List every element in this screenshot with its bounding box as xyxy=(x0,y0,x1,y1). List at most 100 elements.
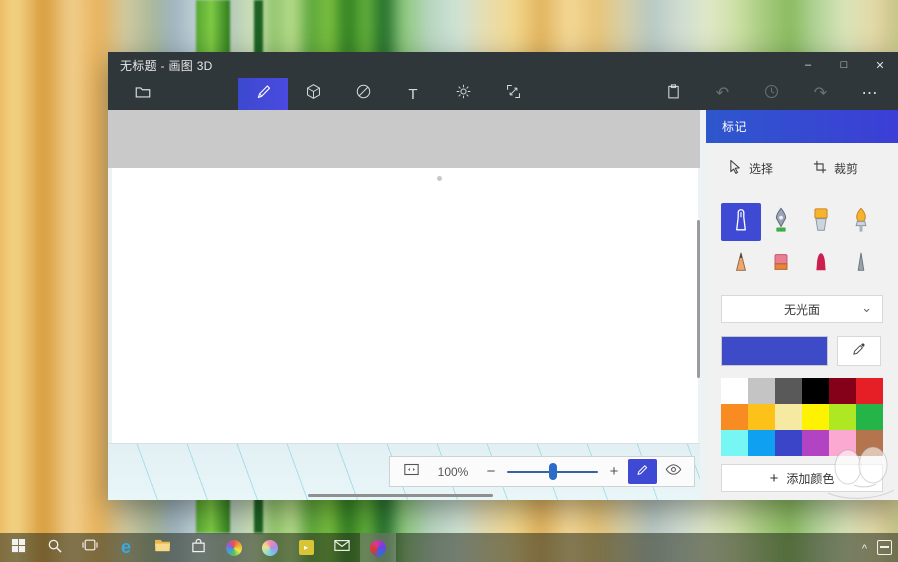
color-row xyxy=(721,336,883,366)
minimize-button[interactable]: – xyxy=(790,52,826,78)
zoom-in-button[interactable]: + xyxy=(602,463,626,480)
paint3d-taskbar-button[interactable] xyxy=(360,533,396,562)
tab-canvas[interactable] xyxy=(488,78,538,110)
yellow-app-button[interactable]: ▸ xyxy=(288,533,324,562)
zoom-out-button[interactable]: − xyxy=(479,463,503,480)
file-explorer-button[interactable] xyxy=(144,533,180,562)
search-button[interactable] xyxy=(36,533,72,562)
brush-tools-grid xyxy=(721,203,883,283)
workspace-backdrop xyxy=(108,110,700,168)
spray-can-tool[interactable] xyxy=(841,245,881,283)
add-color-button[interactable]: + 添加颜色 xyxy=(721,464,883,492)
color-wheel-icon xyxy=(226,540,242,556)
mode-tabs: T xyxy=(238,78,538,110)
search-icon xyxy=(47,538,62,558)
brush-cursor-dot xyxy=(437,176,442,181)
tab-3d-shapes[interactable] xyxy=(288,78,338,110)
toolbar-right-group: ↶ ↷ ⋯ xyxy=(649,78,894,110)
store-bag-icon xyxy=(191,538,206,558)
toolbar: T xyxy=(108,78,898,110)
zoom-percentage: 100% xyxy=(427,465,479,479)
palette-color[interactable] xyxy=(829,378,856,404)
ime-indicator[interactable] xyxy=(877,540,892,555)
canvas-resize-icon xyxy=(505,83,522,105)
eyedropper-button[interactable] xyxy=(837,336,881,366)
swirl-app-button[interactable] xyxy=(252,533,288,562)
fit-screen-icon xyxy=(403,462,420,482)
tab-effects[interactable] xyxy=(438,78,488,110)
select-button[interactable]: 选择 xyxy=(729,159,773,177)
palette-color[interactable] xyxy=(829,404,856,430)
flat-brush-tool[interactable] xyxy=(801,203,841,241)
crayon-icon xyxy=(809,250,833,279)
drawing-canvas[interactable] xyxy=(112,168,698,443)
brushes-panel: 标记 选择 裁剪 xyxy=(706,110,898,500)
paste-button[interactable] xyxy=(649,78,698,110)
system-tray: ^ xyxy=(862,533,898,562)
palette-color[interactable] xyxy=(748,404,775,430)
menu-button[interactable] xyxy=(126,78,160,110)
current-color-swatch[interactable] xyxy=(721,336,828,366)
palette-color[interactable] xyxy=(856,404,883,430)
zoom-slider-handle[interactable] xyxy=(549,463,557,480)
vertical-scrollbar[interactable] xyxy=(697,220,700,378)
panel-body: 选择 裁剪 xyxy=(706,157,898,492)
show-hidden-icons-button[interactable]: ^ xyxy=(862,543,867,555)
task-view-button[interactable] xyxy=(72,533,108,562)
horizontal-scrollbar[interactable] xyxy=(308,494,493,497)
palette-color[interactable] xyxy=(829,430,856,456)
windows-logo-icon xyxy=(11,538,26,558)
cursor-arrow-icon xyxy=(729,159,742,177)
crop-button[interactable]: 裁剪 xyxy=(813,160,858,177)
tab-text[interactable]: T xyxy=(388,78,438,110)
calligraphy-pen-tool[interactable] xyxy=(761,203,801,241)
more-button[interactable]: ⋯ xyxy=(845,78,894,110)
palette-color[interactable] xyxy=(775,378,802,404)
more-icon: ⋯ xyxy=(862,86,878,102)
panel-header: 标记 xyxy=(706,110,898,143)
start-button[interactable] xyxy=(0,533,36,562)
palette-color[interactable] xyxy=(721,430,748,456)
oil-brush-tool[interactable] xyxy=(841,203,881,241)
marker-tool[interactable] xyxy=(721,203,761,241)
store-button[interactable] xyxy=(180,533,216,562)
color-wheel-app-button[interactable] xyxy=(216,533,252,562)
crayon-tool[interactable] xyxy=(801,245,841,283)
history-button[interactable] xyxy=(747,78,796,110)
plus-icon: + xyxy=(770,470,779,487)
palette-color[interactable] xyxy=(748,430,775,456)
clipboard-icon xyxy=(665,83,682,105)
view-mode-toggle[interactable] xyxy=(657,459,689,484)
pencil-tool[interactable] xyxy=(721,245,761,283)
zoom-slider[interactable] xyxy=(507,459,598,484)
maximize-button[interactable]: □ xyxy=(826,52,862,78)
finish-value: 无光面 xyxy=(784,301,820,318)
paint3d-app-icon xyxy=(367,536,390,559)
close-button[interactable]: ✕ xyxy=(862,52,898,78)
palette-color[interactable] xyxy=(802,430,829,456)
palette-color[interactable] xyxy=(856,430,883,456)
palette-color[interactable] xyxy=(802,404,829,430)
eraser-icon xyxy=(769,250,793,279)
mail-button[interactable] xyxy=(324,533,360,562)
redo-button[interactable]: ↷ xyxy=(796,78,845,110)
palette-color[interactable] xyxy=(856,378,883,404)
palette-color[interactable] xyxy=(748,378,775,404)
palette-color[interactable] xyxy=(775,430,802,456)
draw-mode-toggle[interactable] xyxy=(628,459,657,484)
tab-stickers[interactable] xyxy=(338,78,388,110)
undo-button[interactable]: ↶ xyxy=(698,78,747,110)
mail-envelope-icon xyxy=(334,539,350,557)
palette-color[interactable] xyxy=(721,378,748,404)
taskbar: e ▸ xyxy=(0,533,898,562)
tab-brushes[interactable] xyxy=(238,78,288,110)
palette-color[interactable] xyxy=(802,378,829,404)
palette-color[interactable] xyxy=(775,404,802,430)
eraser-tool[interactable] xyxy=(761,245,801,283)
edge-icon: e xyxy=(121,537,131,558)
palette-color[interactable] xyxy=(721,404,748,430)
edge-browser-button[interactable]: e xyxy=(108,533,144,562)
finish-dropdown[interactable]: 无光面 ⌄ xyxy=(721,295,883,323)
crop-icon xyxy=(813,160,827,177)
fit-to-screen-button[interactable] xyxy=(395,459,427,484)
